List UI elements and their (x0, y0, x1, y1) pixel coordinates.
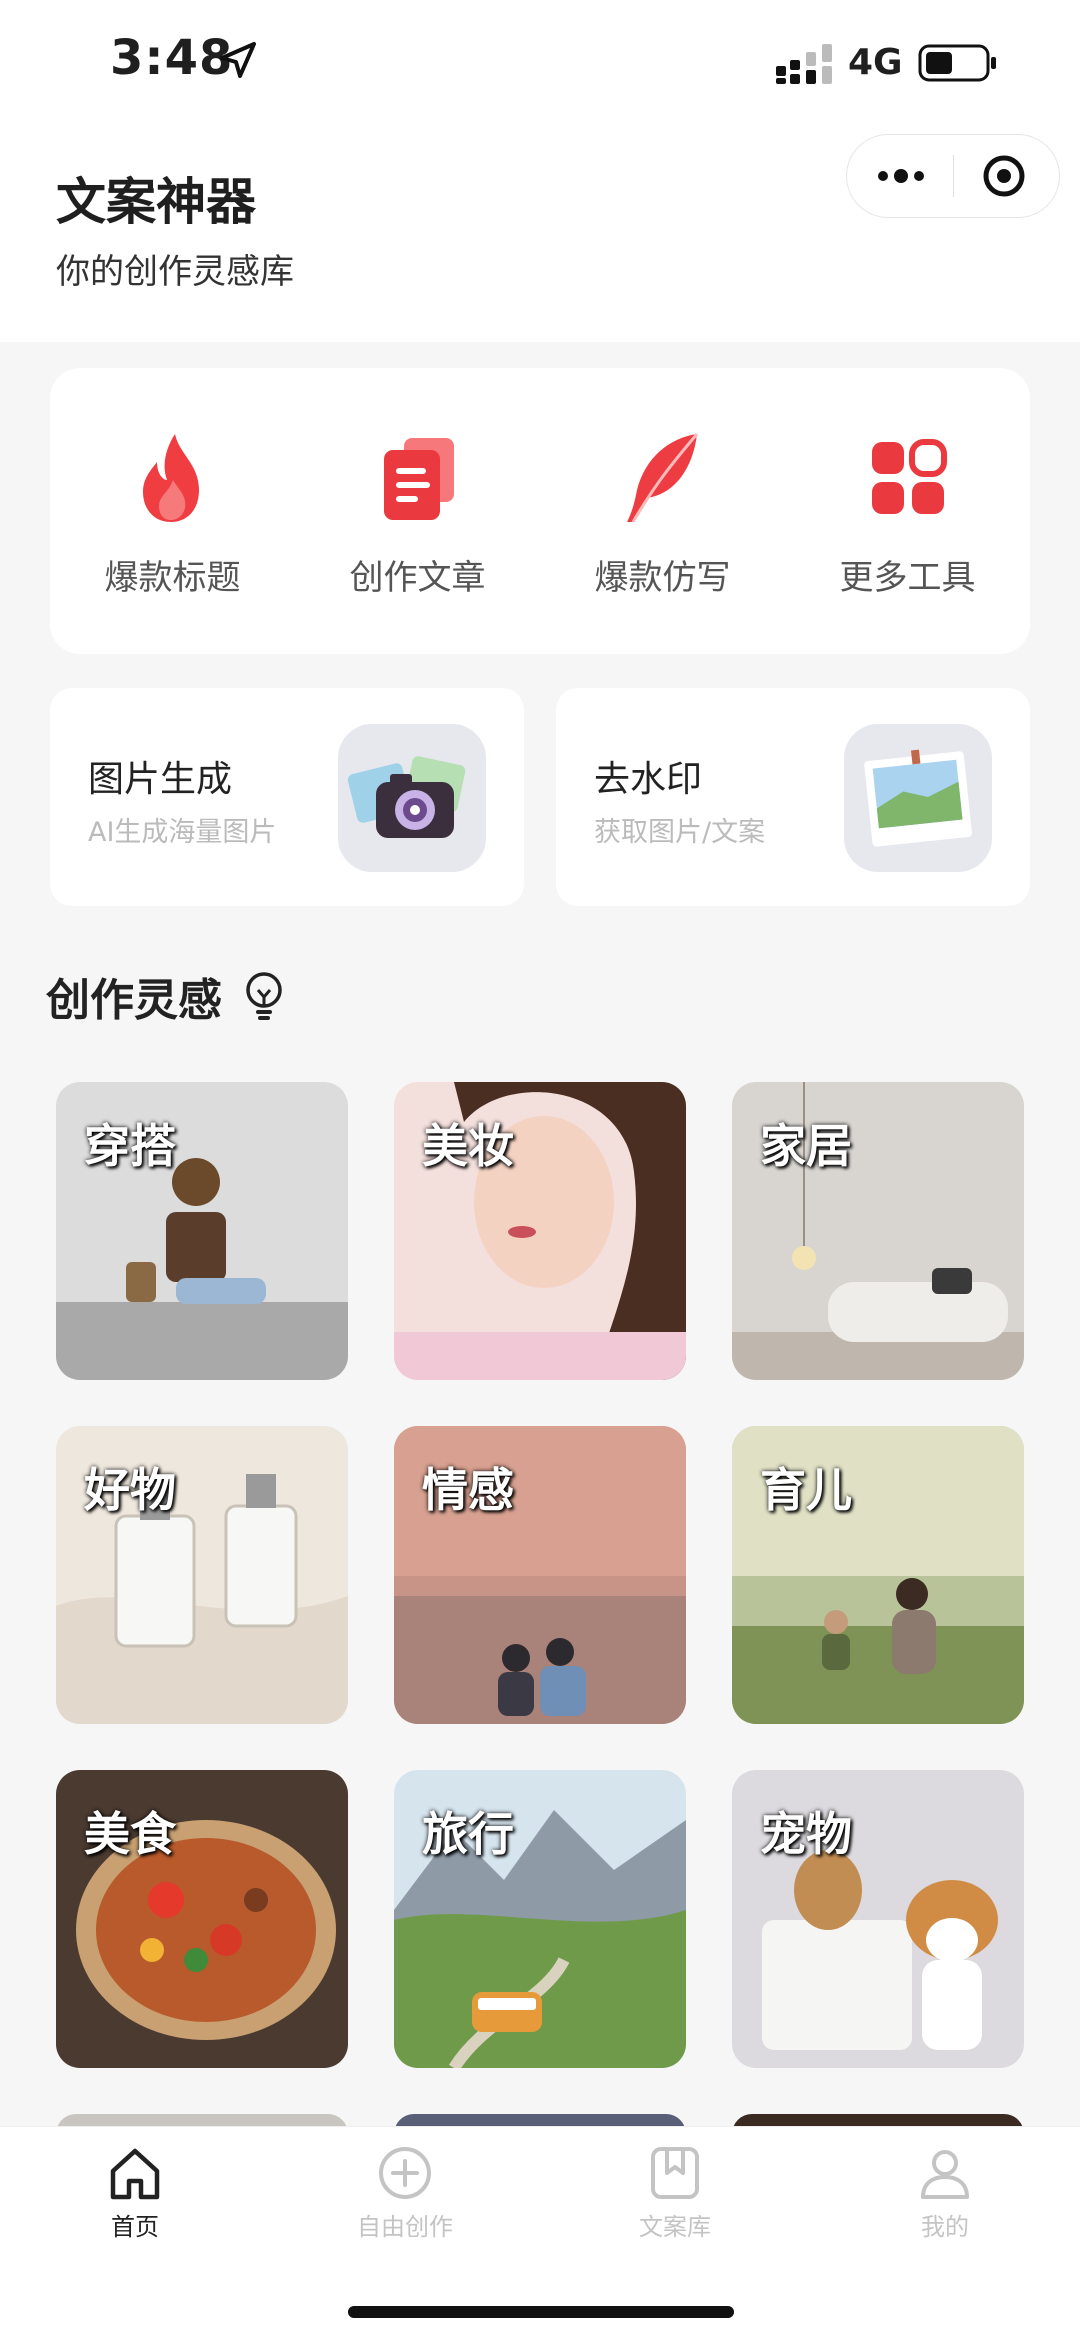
network-type: 4G (848, 42, 903, 83)
app-header: 文案神器 你的创作灵感库 (0, 130, 1080, 342)
tab-free-create[interactable]: 自由创作 (270, 2143, 540, 2242)
tab-label: 首页 (111, 2213, 159, 2241)
home-indicator (348, 2306, 734, 2318)
feature-title: 去水印 (594, 759, 703, 800)
signal-icon (776, 44, 832, 84)
category-tile-emotion[interactable]: 情感 (394, 1426, 686, 1724)
feather-icon (626, 433, 698, 523)
user-icon (921, 2150, 969, 2199)
tab-label: 自由创作 (357, 2213, 453, 2241)
category-tile-home[interactable]: 家居 (732, 1082, 1024, 1380)
category-label: 美食 (84, 1807, 176, 1861)
tool-create-article[interactable]: 创作文章 (295, 428, 540, 599)
category-tile-makeup[interactable]: 美妆 (394, 1082, 686, 1380)
feature-title: 图片生成 (88, 759, 233, 800)
category-tile-parenting[interactable]: 育儿 (732, 1426, 1024, 1724)
tool-more-tools[interactable]: 更多工具 (785, 428, 1030, 599)
home-icon (110, 2148, 160, 2200)
tool-label: 爆款仿写 (594, 558, 731, 598)
feature-remove-watermark[interactable]: 去水印 获取图片/文案 (556, 688, 1030, 906)
flame-icon (142, 434, 199, 522)
camera-icon (338, 724, 486, 872)
category-label: 好物 (84, 1463, 176, 1517)
quick-tools-card: 爆款标题 创作文章 爆款仿写 更多工具 (50, 368, 1030, 654)
more-dots-icon[interactable] (873, 153, 929, 199)
category-label: 家居 (760, 1119, 852, 1173)
category-tile-travel[interactable]: 旅行 (394, 1770, 686, 2068)
category-label: 情感 (422, 1463, 514, 1517)
battery-icon (918, 44, 996, 82)
status-time: 3:48 (110, 30, 234, 86)
grid-icon (871, 439, 947, 514)
lightbulb-icon (246, 972, 282, 1020)
close-target-icon[interactable] (981, 153, 1027, 199)
tab-label: 文案库 (639, 2213, 711, 2241)
tab-mine[interactable]: 我的 (810, 2143, 1080, 2242)
tab-copy-library[interactable]: 文案库 (540, 2143, 810, 2242)
category-tile-goods[interactable]: 好物 (56, 1426, 348, 1724)
feature-subtitle: AI生成海量图片 (88, 817, 277, 848)
category-tile-food[interactable]: 美食 (56, 1770, 348, 2068)
tool-label: 创作文章 (349, 558, 486, 598)
page-title: 文案神器 (56, 173, 256, 231)
bookmark-icon (651, 2147, 699, 2199)
feature-image-generation[interactable]: 图片生成 AI生成海量图片 (50, 688, 524, 906)
tab-home[interactable]: 首页 (0, 2143, 270, 2242)
category-tile-pets[interactable]: 宠物 (732, 1770, 1024, 2068)
tool-label: 爆款标题 (104, 558, 241, 598)
document-icon (383, 438, 454, 520)
tool-hot-title[interactable]: 爆款标题 (50, 428, 295, 599)
mini-program-capsule (846, 134, 1060, 218)
tab-label: 我的 (921, 2213, 969, 2241)
status-bar: 3:48 4G (0, 0, 1080, 130)
category-label: 旅行 (422, 1807, 514, 1861)
capsule-divider (953, 155, 954, 197)
tool-label: 更多工具 (839, 558, 976, 598)
category-label: 宠物 (760, 1807, 852, 1861)
category-label: 育儿 (760, 1463, 852, 1517)
feature-subtitle: 获取图片/文案 (594, 817, 766, 848)
location-arrow-icon (220, 42, 256, 78)
category-label: 穿搭 (84, 1119, 176, 1173)
tool-imitate-writing[interactable]: 爆款仿写 (540, 428, 785, 599)
category-label: 美妆 (422, 1119, 514, 1173)
plus-circle-icon (379, 2147, 431, 2199)
photo-icon (844, 724, 992, 872)
section-title: 创作灵感 (46, 975, 222, 1026)
page-subtitle: 你的创作灵感库 (56, 252, 294, 292)
category-tile-outfit[interactable]: 穿搭 (56, 1082, 348, 1380)
